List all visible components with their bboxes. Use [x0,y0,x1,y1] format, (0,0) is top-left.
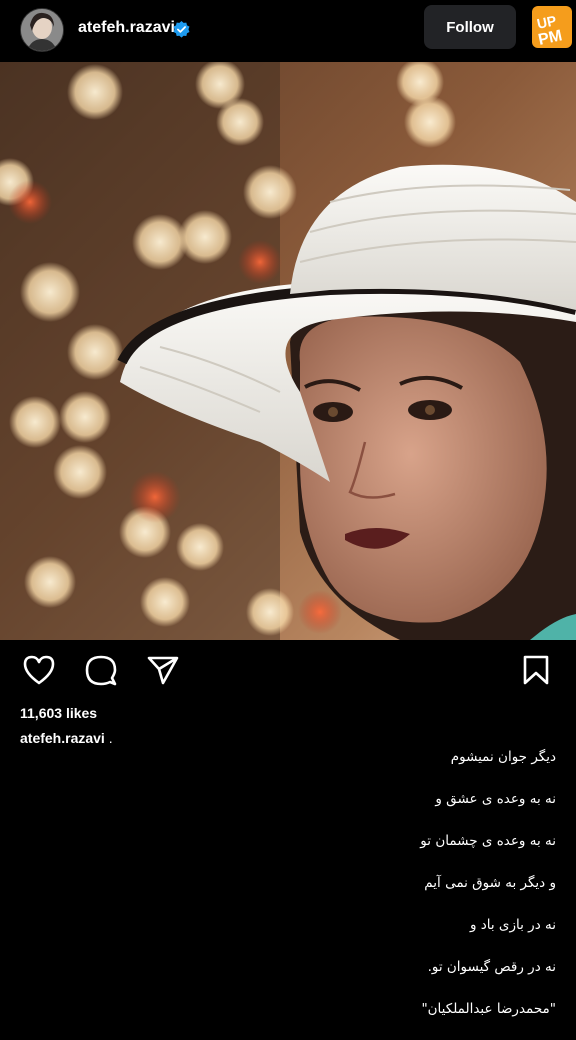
caption-text: . [108,730,113,746]
bookmark-icon[interactable] [521,654,551,686]
send-icon[interactable] [146,654,180,686]
follow-button[interactable]: Follow [424,5,516,49]
caption-username[interactable]: atefeh.razavi [20,730,105,746]
caption-poem: دیگر جوان نمیشوم نه به وعده ی عشق و نه ب… [56,746,556,1040]
poem-line: نه به وعده ی عشق و [435,791,556,807]
poem-line: نه در رقص گیسوان تو. [427,959,556,975]
avatar[interactable] [20,8,64,52]
post-action-bar [0,640,576,700]
poem-line: نه به وعده ی چشمان تو [420,833,556,849]
verified-badge-icon [173,20,190,38]
like-count[interactable]: 11,603 likes [20,705,97,721]
heart-icon[interactable] [22,654,56,686]
post-header: atefeh.razavi Follow UP PM [0,0,576,62]
poem-line: نه در بازی باد و [469,917,556,933]
poem-line: و دیگر به شوق نمی آیم [424,875,556,891]
poem-line: "محمدرضا عبدالملکیان" [421,1001,556,1017]
username[interactable]: atefeh.razavi [78,19,175,37]
caption: atefeh.razavi . [20,730,113,746]
post-photo[interactable] [0,62,576,640]
comment-icon[interactable] [84,654,118,688]
poem-line: دیگر جوان نمیشوم [450,749,556,765]
pm-logo-icon: UP PM [532,6,572,49]
